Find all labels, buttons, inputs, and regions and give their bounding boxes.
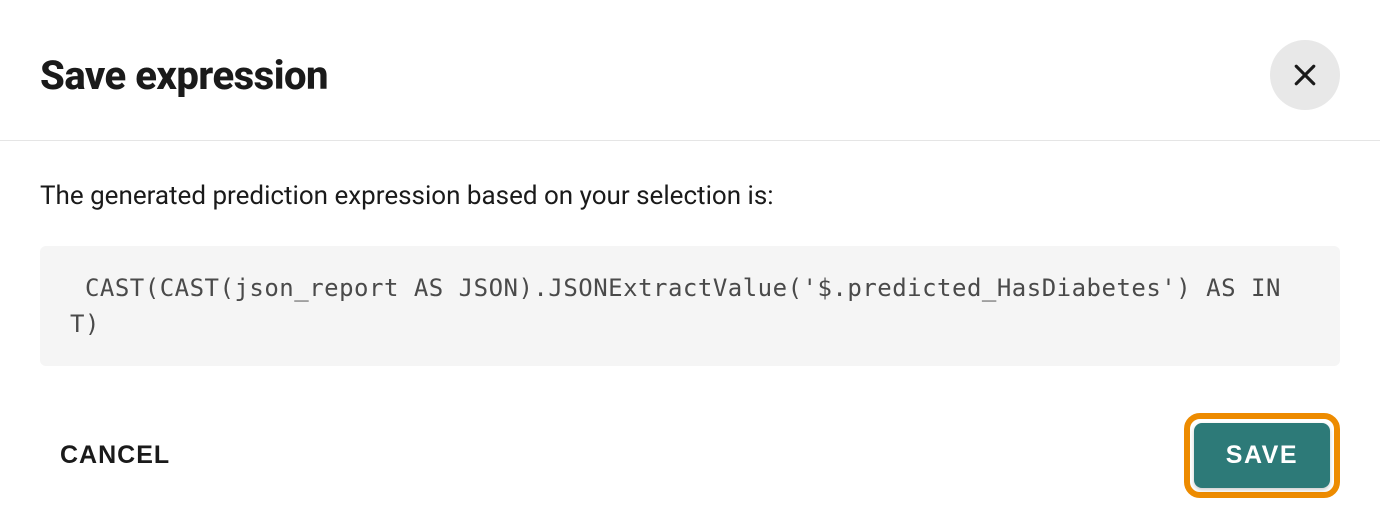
save-button-highlight: SAVE xyxy=(1184,413,1340,498)
save-button[interactable]: SAVE xyxy=(1194,423,1330,488)
dialog-header: Save expression xyxy=(0,0,1380,141)
dialog-title: Save expression xyxy=(40,52,328,99)
dialog-body: The generated prediction expression base… xyxy=(0,141,1380,393)
cancel-button[interactable]: CANCEL xyxy=(60,431,170,480)
dialog-footer: CANCEL SAVE xyxy=(0,393,1380,528)
description-text: The generated prediction expression base… xyxy=(40,181,1340,211)
expression-code-block: CAST(CAST(json_report AS JSON).JSONExtra… xyxy=(40,246,1340,366)
close-icon xyxy=(1290,60,1320,90)
save-expression-dialog: Save expression The generated prediction… xyxy=(0,0,1380,528)
close-button[interactable] xyxy=(1270,40,1340,110)
